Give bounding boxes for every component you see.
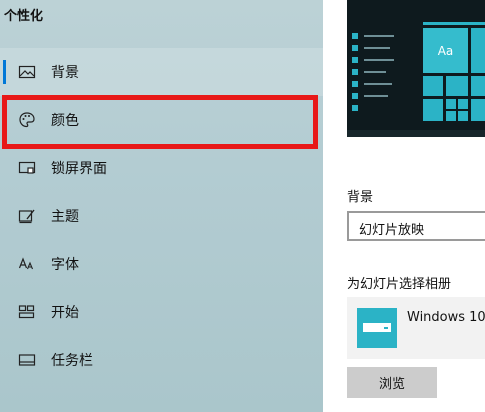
preview-list-line bbox=[364, 35, 394, 37]
settings-sidebar: 个性化 背景 颜色 锁屏界面 主题 字体 开始 任务栏 bbox=[0, 0, 323, 412]
sidebar-item-label: 背景 bbox=[51, 65, 79, 81]
sidebar-item-start[interactable]: 开始 bbox=[0, 288, 323, 336]
background-type-dropdown[interactable]: 幻灯片放映 bbox=[347, 211, 485, 241]
preview-list-line bbox=[364, 83, 392, 85]
sidebar-item-label: 字体 bbox=[51, 257, 79, 273]
palette-icon bbox=[18, 111, 36, 129]
preview-start-block bbox=[352, 69, 358, 75]
sidebar-item-background[interactable]: 背景 bbox=[0, 48, 323, 96]
preview-tile bbox=[423, 22, 485, 25]
sidebar-item-label: 颜色 bbox=[51, 113, 79, 129]
lock-screen-icon bbox=[18, 159, 36, 177]
preview-start-block bbox=[352, 93, 358, 99]
sidebar-title: 个性化 bbox=[4, 9, 44, 24]
album-name: Windows 10 bbox=[407, 310, 485, 325]
sidebar-item-fonts[interactable]: 字体 bbox=[0, 240, 323, 288]
sidebar-item-label: 锁屏界面 bbox=[51, 161, 107, 177]
sidebar-item-themes[interactable]: 主题 bbox=[0, 192, 323, 240]
preview-start-block bbox=[352, 81, 358, 87]
sidebar-item-label: 主题 bbox=[51, 209, 79, 225]
preview-tile bbox=[423, 99, 443, 121]
sidebar-item-taskbar[interactable]: 任务栏 bbox=[0, 336, 323, 384]
album-section-label: 为幻灯片选择相册 bbox=[347, 277, 452, 292]
preview-aa-tile: Aa bbox=[423, 28, 468, 73]
background-section-label: 背景 bbox=[347, 190, 374, 205]
preview-tile bbox=[446, 99, 456, 109]
preview-tile bbox=[458, 111, 468, 121]
preview-list-line bbox=[364, 59, 394, 61]
preview-tile bbox=[458, 99, 468, 109]
preview-taskbar bbox=[347, 130, 485, 137]
sidebar-item-colors[interactable]: 颜色 bbox=[0, 96, 323, 144]
preview-tile bbox=[471, 76, 485, 96]
preview-tile bbox=[446, 111, 456, 121]
font-icon bbox=[18, 255, 36, 273]
main-content: Aa 背景 幻灯片放映 为幻灯片选择相册 Windows 10 浏览 bbox=[323, 0, 485, 412]
preview-tile bbox=[446, 76, 468, 96]
preview-start-block bbox=[352, 33, 358, 39]
start-icon bbox=[18, 303, 36, 321]
preview-start-block bbox=[352, 57, 358, 63]
background-preview: Aa bbox=[347, 0, 485, 137]
sidebar-item-label: 开始 bbox=[51, 305, 79, 321]
folder-icon-dot bbox=[384, 327, 388, 329]
preview-list-line bbox=[364, 71, 386, 73]
preview-tile bbox=[471, 28, 485, 73]
preview-list-line bbox=[364, 47, 390, 49]
picture-icon bbox=[18, 63, 36, 81]
preview-tile bbox=[471, 99, 485, 121]
preview-tile-label: Aa bbox=[437, 43, 454, 58]
album-item[interactable]: Windows 10 bbox=[347, 297, 485, 359]
taskbar-icon bbox=[18, 351, 36, 369]
preview-list-line bbox=[364, 95, 388, 97]
browse-button[interactable]: 浏览 bbox=[347, 367, 437, 398]
preview-tile bbox=[423, 76, 443, 96]
sidebar-item-label: 任务栏 bbox=[51, 353, 93, 369]
theme-icon bbox=[18, 207, 36, 225]
sidebar-item-lock-screen[interactable]: 锁屏界面 bbox=[0, 144, 323, 192]
folder-icon bbox=[357, 308, 397, 348]
preview-start-block bbox=[352, 45, 358, 51]
selected-indicator bbox=[3, 60, 6, 84]
dropdown-selected-value: 幻灯片放映 bbox=[359, 223, 425, 238]
preview-start-block bbox=[352, 105, 358, 111]
